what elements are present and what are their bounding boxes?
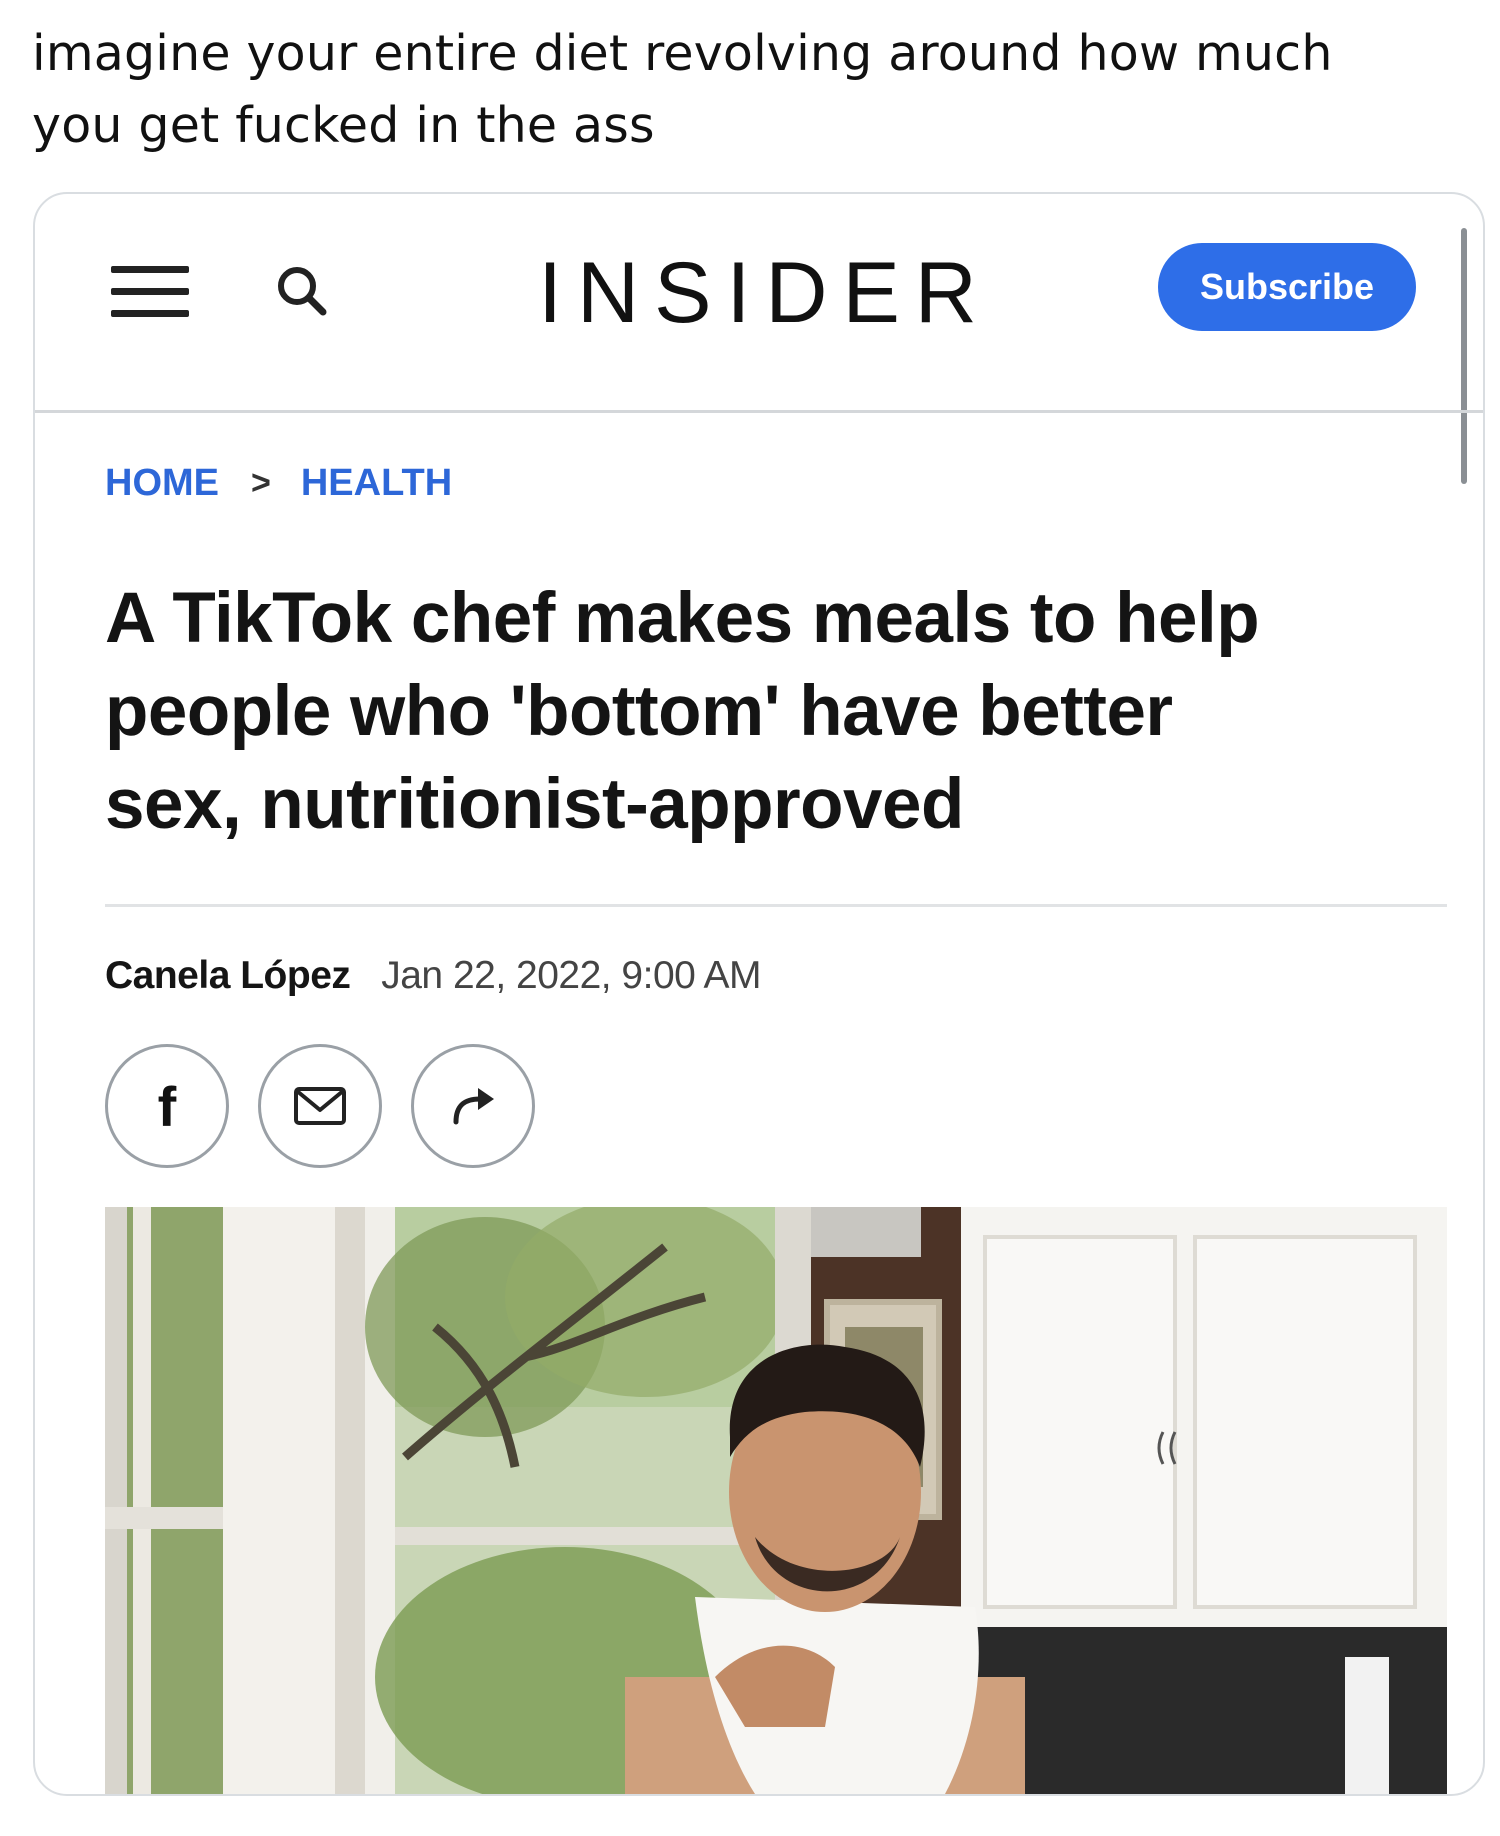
share-buttons: f: [105, 1044, 535, 1168]
headline-line-3: sex, nutritionist-approved: [105, 765, 964, 844]
site-header: INSIDER Subscribe: [35, 194, 1483, 413]
email-icon: [294, 1087, 346, 1125]
hamburger-menu-icon[interactable]: [111, 266, 189, 318]
site-logo[interactable]: INSIDER: [505, 244, 1025, 343]
breadcrumb: HOME > HEALTH: [105, 462, 452, 505]
tweet-text: imagine your entire diet revolving aroun…: [32, 18, 1472, 162]
search-icon[interactable]: [271, 260, 335, 324]
breadcrumb-separator: >: [251, 464, 271, 502]
share-link-button[interactable]: [411, 1044, 535, 1168]
article-hero-photo: [105, 1207, 1447, 1794]
share-arrow-icon: [453, 1088, 494, 1125]
breadcrumb-health-link[interactable]: HEALTH: [301, 462, 452, 505]
article-headline: A TikTok chef makes meals to help people …: [105, 572, 1445, 851]
headline-line-1: A TikTok chef makes meals to help: [105, 579, 1260, 658]
breadcrumb-home-link[interactable]: HOME: [105, 462, 219, 505]
subscribe-button[interactable]: Subscribe: [1158, 243, 1416, 331]
facebook-icon: f: [157, 1074, 177, 1138]
email-share-button[interactable]: [258, 1044, 382, 1168]
byline: Canela López Jan 22, 2022, 9:00 AM: [105, 954, 762, 998]
author-name[interactable]: Canela López: [105, 954, 351, 997]
article-screenshot-card: INSIDER Subscribe HOME > HEALTH A TikTok…: [33, 192, 1485, 1796]
tweet-text-line-2: you get fucked in the ass: [32, 97, 655, 154]
headline-line-2: people who 'bottom' have better: [105, 672, 1173, 751]
headline-divider: [105, 904, 1447, 907]
publish-date: Jan 22, 2022, 9:00 AM: [381, 954, 762, 997]
facebook-share-button[interactable]: f: [105, 1044, 229, 1168]
tweet-text-line-1: imagine your entire diet revolving aroun…: [32, 25, 1333, 82]
